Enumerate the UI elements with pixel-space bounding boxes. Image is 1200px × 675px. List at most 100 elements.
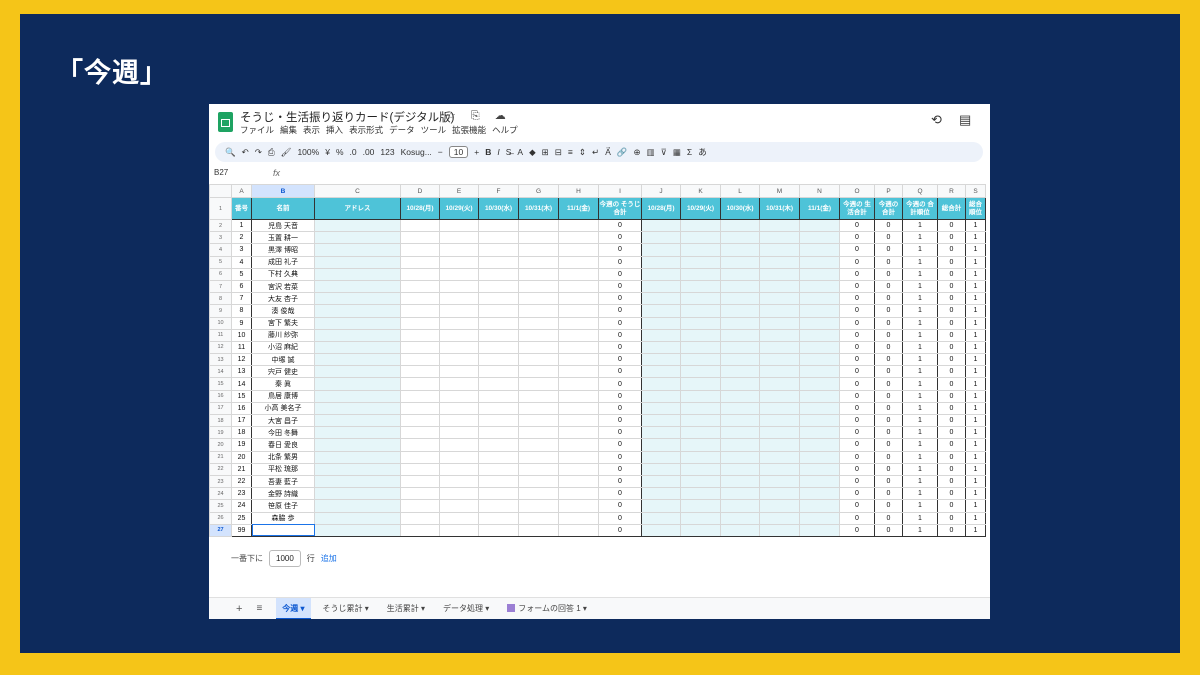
cell-life-day[interactable] xyxy=(680,340,721,355)
header-cell[interactable]: 今週の 合計 xyxy=(874,197,903,220)
percent-button[interactable]: % xyxy=(336,147,344,157)
cell-week-rank[interactable]: 1 xyxy=(902,401,938,416)
cell-life-day[interactable] xyxy=(799,462,840,476)
cell-overall-rank[interactable]: 1 xyxy=(965,316,986,330)
cell-overall-rank[interactable]: 1 xyxy=(965,474,986,489)
cell-life-total[interactable]: 0 xyxy=(839,243,875,257)
cell-cleaning-total[interactable]: 0 xyxy=(598,231,642,245)
row-header[interactable]: 23 xyxy=(209,474,232,489)
cell-cleaning-day[interactable] xyxy=(400,487,440,501)
cell-life-day[interactable] xyxy=(759,426,800,440)
cell-cleaning-day[interactable] xyxy=(558,279,599,294)
cell-name[interactable]: 大宮 昌子 xyxy=(251,413,315,428)
cell-cleaning-day[interactable] xyxy=(400,218,440,233)
cell-life-day[interactable] xyxy=(759,462,800,476)
header-cell[interactable]: 10/28(月) xyxy=(400,197,440,220)
cell-week-total[interactable]: 0 xyxy=(874,377,903,391)
cell-life-day[interactable] xyxy=(759,401,800,416)
cell-life-total[interactable]: 0 xyxy=(839,438,875,452)
cell-life-total[interactable]: 0 xyxy=(839,450,875,464)
cell-life-day[interactable] xyxy=(720,487,760,501)
cell-address[interactable] xyxy=(314,340,401,355)
cell-life-day[interactable] xyxy=(759,304,800,318)
cell-life-day[interactable] xyxy=(680,231,721,245)
cell-life-day[interactable] xyxy=(799,340,840,355)
filter-views-icon[interactable]: ▦ xyxy=(673,147,681,158)
cell-number[interactable]: 16 xyxy=(231,401,252,416)
cell-cleaning-total[interactable]: 0 xyxy=(598,499,642,513)
cell-cleaning-total[interactable]: 0 xyxy=(598,438,642,452)
column-header-r[interactable]: R xyxy=(937,184,966,198)
cell-cleaning-day[interactable] xyxy=(478,328,519,342)
cell-cleaning-day[interactable] xyxy=(558,353,599,367)
cell-life-total[interactable]: 0 xyxy=(839,340,875,355)
cell-life-day[interactable] xyxy=(680,377,721,391)
cell-week-total[interactable]: 0 xyxy=(874,243,903,257)
cell-name[interactable]: 下村 久典 xyxy=(251,267,315,281)
cell-cleaning-day[interactable] xyxy=(478,511,519,525)
cell-week-rank[interactable]: 1 xyxy=(902,523,938,537)
cell-number[interactable]: 23 xyxy=(231,487,252,501)
cell-number[interactable]: 13 xyxy=(231,365,252,379)
cell-cleaning-day[interactable] xyxy=(439,438,479,452)
cell-cleaning-day[interactable] xyxy=(558,438,599,452)
cell-cleaning-day[interactable] xyxy=(439,365,479,379)
cell-life-day[interactable] xyxy=(641,231,681,245)
cell-cleaning-day[interactable] xyxy=(558,231,599,245)
cell-address[interactable] xyxy=(314,304,401,318)
cell-cleaning-day[interactable] xyxy=(400,255,440,269)
cell-week-rank[interactable]: 1 xyxy=(902,328,938,342)
row-header[interactable]: 10 xyxy=(209,316,232,330)
cell-life-total[interactable]: 0 xyxy=(839,365,875,379)
cell-life-day[interactable] xyxy=(641,474,681,489)
cell-address[interactable] xyxy=(314,243,401,257)
column-header-g[interactable]: G xyxy=(518,184,559,198)
cell-cleaning-total[interactable]: 0 xyxy=(598,255,642,269)
cell-life-day[interactable] xyxy=(720,243,760,257)
cell-week-rank[interactable]: 1 xyxy=(902,499,938,513)
cell-life-day[interactable] xyxy=(720,523,760,537)
cell-week-total[interactable]: 0 xyxy=(874,462,903,476)
cell-address[interactable] xyxy=(314,462,401,476)
cell-name[interactable]: 吾妻 藍子 xyxy=(251,474,315,489)
cell-number[interactable]: 18 xyxy=(231,426,252,440)
cell-name[interactable]: 藤川 紗弥 xyxy=(251,328,315,342)
cell-address[interactable] xyxy=(314,426,401,440)
cell-life-day[interactable] xyxy=(641,292,681,306)
text-wrap-icon[interactable]: ↵ xyxy=(592,147,599,158)
cell-week-total[interactable]: 0 xyxy=(874,255,903,269)
column-header-e[interactable]: E xyxy=(439,184,479,198)
cell-life-day[interactable] xyxy=(680,389,721,403)
cell-address[interactable] xyxy=(314,316,401,330)
cell-life-total[interactable]: 0 xyxy=(839,316,875,330)
cell-cleaning-day[interactable] xyxy=(478,365,519,379)
cell-cleaning-day[interactable] xyxy=(478,523,519,537)
cell-cleaning-day[interactable] xyxy=(558,218,599,233)
bold-button[interactable]: B xyxy=(485,147,491,157)
cell-week-total[interactable]: 0 xyxy=(874,511,903,525)
cell-cleaning-day[interactable] xyxy=(400,304,440,318)
cell-cleaning-day[interactable] xyxy=(518,389,559,403)
cell-life-day[interactable] xyxy=(720,511,760,525)
cell-cleaning-day[interactable] xyxy=(400,328,440,342)
cell-cleaning-day[interactable] xyxy=(439,218,479,233)
cell-name[interactable]: 宍戸 健史 xyxy=(251,365,315,379)
cell-grand-total[interactable]: 0 xyxy=(937,413,966,428)
cell-life-day[interactable] xyxy=(799,511,840,525)
row-header[interactable]: 1 xyxy=(209,197,232,220)
cell-life-day[interactable] xyxy=(641,304,681,318)
cell-number[interactable]: 21 xyxy=(231,462,252,476)
cell-address[interactable] xyxy=(314,450,401,464)
cell-cleaning-day[interactable] xyxy=(439,340,479,355)
cell-overall-rank[interactable]: 1 xyxy=(965,523,986,537)
cell-cleaning-day[interactable] xyxy=(518,523,559,537)
row-header[interactable]: 12 xyxy=(209,340,232,355)
cell-cleaning-total[interactable]: 0 xyxy=(598,523,642,537)
cell-cleaning-day[interactable] xyxy=(478,279,519,294)
cell-number[interactable]: 20 xyxy=(231,450,252,464)
filter-icon[interactable]: ⊽ xyxy=(661,147,667,158)
row-header[interactable]: 16 xyxy=(209,389,232,403)
cell-life-day[interactable] xyxy=(641,401,681,416)
header-cell[interactable]: 総合計 xyxy=(937,197,966,220)
column-header-c[interactable]: C xyxy=(314,184,401,198)
